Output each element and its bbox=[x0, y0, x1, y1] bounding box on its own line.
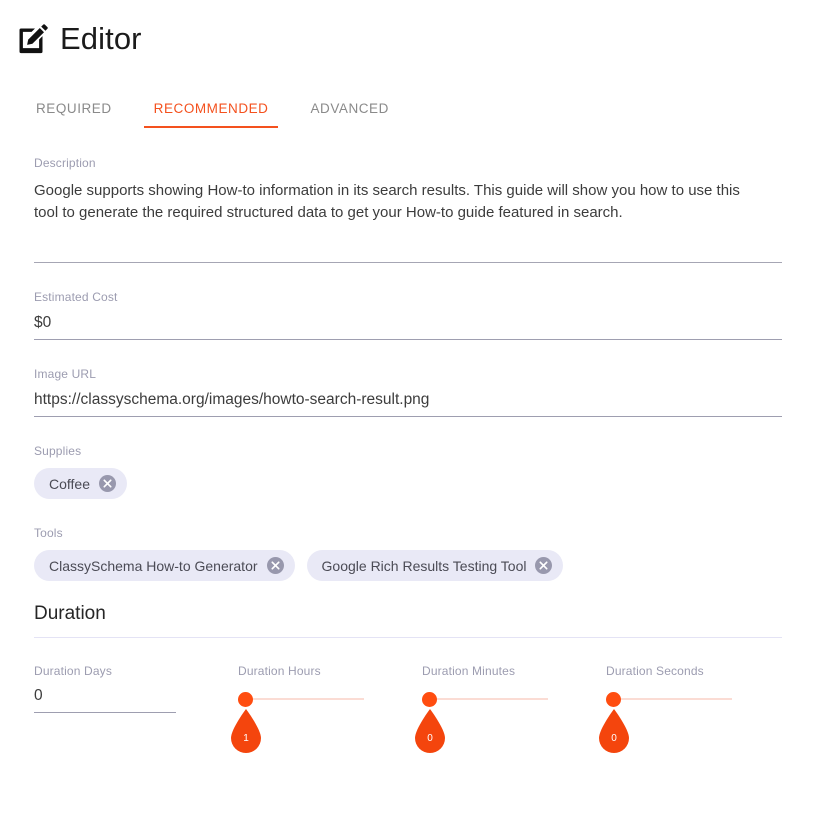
duration-minutes-slider[interactable]: 0 bbox=[415, 687, 548, 754]
page-title: Editor bbox=[60, 20, 142, 56]
chip-item[interactable]: Coffee bbox=[34, 468, 127, 500]
chip-item[interactable]: Google Rich Results Testing Tool bbox=[306, 550, 564, 582]
slider-value-bubble: 0 bbox=[411, 709, 449, 755]
duration-hours-label: Duration Hours bbox=[238, 664, 321, 679]
image-url-field[interactable]: Image URL https://classyschema.org/image… bbox=[34, 367, 782, 418]
form-body: Description Google supports showing How-… bbox=[0, 156, 816, 754]
cancel-circle-icon[interactable] bbox=[535, 557, 553, 575]
duration-minutes-field[interactable]: Duration Minutes 0 bbox=[415, 664, 606, 754]
duration-seconds-slider[interactable]: 0 bbox=[599, 687, 732, 754]
duration-days-label: Duration Days bbox=[34, 664, 112, 679]
estimated-cost-input[interactable]: $0 bbox=[34, 314, 782, 339]
duration-days-input[interactable]: 0 bbox=[34, 687, 238, 712]
chip-label: ClassySchema How-to Generator bbox=[49, 557, 258, 574]
cancel-circle-icon[interactable] bbox=[99, 475, 116, 493]
active-tab-indicator bbox=[143, 126, 279, 128]
slider-value-bubble: 1 bbox=[227, 709, 265, 755]
app-header: Editor bbox=[0, 0, 816, 62]
duration-seconds-label: Duration Seconds bbox=[606, 664, 704, 679]
duration-days-field[interactable]: Duration Days 0 bbox=[34, 664, 238, 743]
supplies-field[interactable]: Supplies Coffee bbox=[34, 444, 782, 500]
tab-advanced-label: ADVANCED bbox=[310, 101, 389, 116]
image-url-input[interactable]: https://classyschema.org/images/howto-se… bbox=[34, 391, 782, 416]
chip-label: Google Rich Results Testing Tool bbox=[321, 557, 527, 574]
tab-bar: REQUIRED RECOMMENDED ADVANCED bbox=[0, 84, 816, 128]
duration-section-rule bbox=[34, 637, 782, 639]
duration-days-underline bbox=[34, 712, 176, 714]
slider-thumb[interactable] bbox=[422, 692, 437, 708]
cancel-circle-icon[interactable] bbox=[266, 557, 284, 575]
image-url-label: Image URL bbox=[34, 367, 97, 382]
tab-recommended[interactable]: RECOMMENDED bbox=[143, 101, 279, 128]
estimated-cost-field[interactable]: Estimated Cost $0 bbox=[34, 290, 782, 341]
duration-hours-field[interactable]: Duration Hours 1 bbox=[231, 664, 422, 754]
tab-required-label: REQUIRED bbox=[36, 101, 112, 116]
slider-value-bubble: 0 bbox=[595, 709, 633, 755]
tab-advanced[interactable]: ADVANCED bbox=[300, 101, 398, 128]
edit-square-pencil-icon bbox=[16, 21, 50, 55]
slider-track[interactable] bbox=[427, 698, 548, 701]
estimated-cost-label: Estimated Cost bbox=[34, 290, 118, 305]
tab-required[interactable]: REQUIRED bbox=[26, 101, 122, 128]
description-label: Description bbox=[34, 156, 96, 170]
duration-controls-row: Duration Days 0 Duration Hours 1 Duratio… bbox=[34, 664, 782, 754]
duration-minutes-label: Duration Minutes bbox=[422, 664, 516, 679]
supplies-chip-list: Coffee bbox=[34, 468, 782, 500]
description-value: Google supports showing How-to informati… bbox=[34, 182, 740, 222]
tools-label: Tools bbox=[34, 526, 63, 541]
duration-seconds-field[interactable]: Duration Seconds 0 bbox=[599, 664, 790, 754]
chip-label: Coffee bbox=[49, 475, 90, 492]
tab-recommended-label: RECOMMENDED bbox=[153, 101, 269, 116]
slider-thumb[interactable] bbox=[238, 692, 253, 708]
description-field[interactable]: Description Google supports showing How-… bbox=[34, 156, 782, 224]
tools-chip-list: ClassySchema How-to Generator Google Ric… bbox=[34, 550, 782, 582]
duration-hours-slider[interactable]: 1 bbox=[231, 687, 364, 754]
slider-track[interactable] bbox=[243, 698, 364, 701]
supplies-label: Supplies bbox=[34, 444, 82, 459]
slider-thumb[interactable] bbox=[606, 692, 621, 708]
duration-section-title: Duration bbox=[34, 603, 106, 625]
chip-item[interactable]: ClassySchema How-to Generator bbox=[34, 550, 295, 582]
tools-field[interactable]: Tools ClassySchema How-to Generator Goog… bbox=[34, 526, 782, 582]
slider-track[interactable] bbox=[611, 698, 732, 701]
